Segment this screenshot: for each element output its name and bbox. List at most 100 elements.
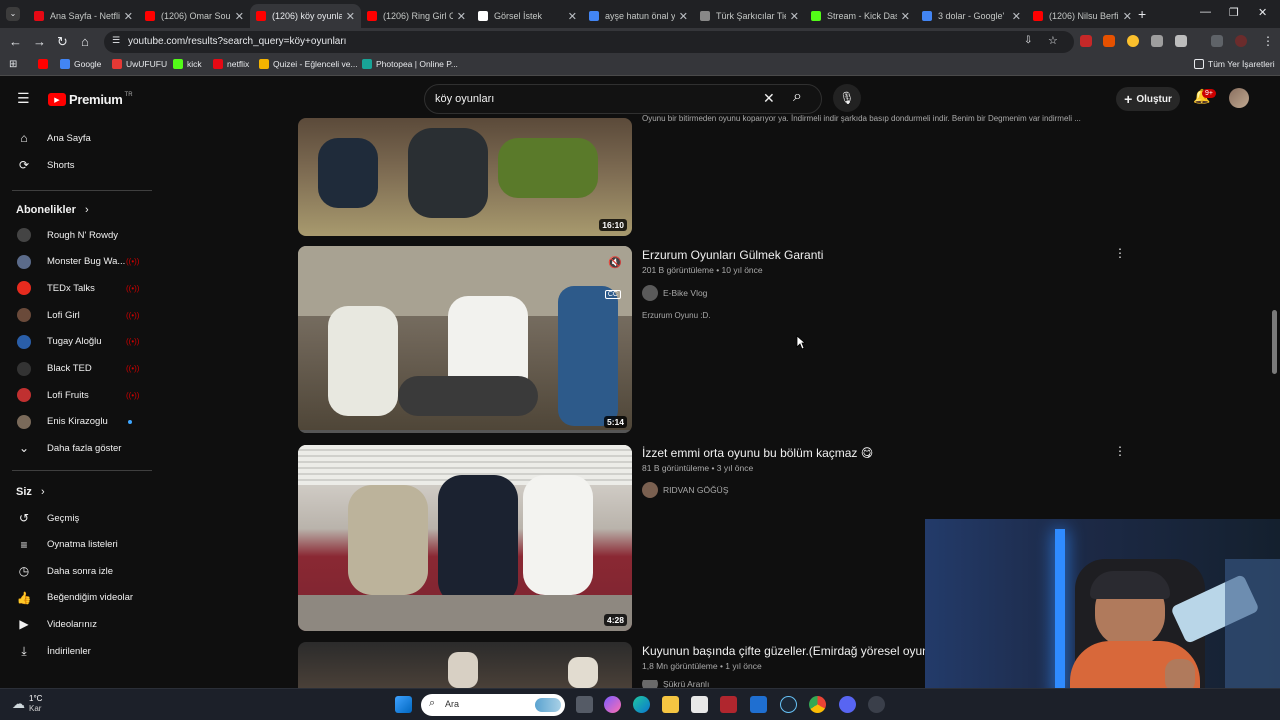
menu-hamburger-icon[interactable]: ☰ [17,90,30,107]
more-actions-icon[interactable]: ⋮ [1114,246,1126,260]
browser-tab[interactable]: (1206) Omar Soul ✕ [139,4,250,28]
restore-button[interactable]: ❐ [1229,6,1239,19]
sidebar-item-home[interactable]: ⌂ Ana Sayfa [0,125,150,151]
reload-button[interactable]: ↻ [57,34,68,50]
bookmark-item[interactable]: Google [60,59,101,69]
site-info-icon[interactable]: ☰ [112,35,120,46]
extension-3-icon[interactable] [1127,35,1139,47]
you-header[interactable]: Siz › [16,486,45,498]
captions-icon[interactable]: CC [604,290,621,299]
video-thumbnail[interactable]: 4:28 [298,445,632,631]
browser-tab[interactable]: ayşe hatun önal y ✕ [583,4,694,28]
video-title[interactable]: Erzurum Oyunları Gülmek Garanti [642,248,823,262]
home-button[interactable]: ⌂ [81,34,89,49]
extension-1-icon[interactable] [1080,35,1092,47]
tab-close-icon[interactable]: ✕ [1123,10,1132,23]
youtube-logo[interactable]: ▶ Premium TR [48,92,133,107]
extension-4-icon[interactable] [1151,35,1163,47]
mute-icon[interactable]: 🔇 [608,256,622,269]
sidebar-subscription-item[interactable]: Lofi Fruits ((•)) [0,382,150,408]
tab-close-icon[interactable]: ✕ [346,10,355,23]
browser-tab[interactable]: 3 dolar - Google' ✕ [916,4,1027,28]
address-bar[interactable]: ☰ youtube.com/results?search_query=köy+o… [104,31,1074,53]
video-channel[interactable]: Şükrü Aranlı [642,680,709,688]
app-running-icon[interactable] [868,696,885,713]
reading-list-icon[interactable] [1211,35,1223,47]
all-bookmarks[interactable]: Tüm Yer İşaretleri [1194,59,1275,69]
browser-menu-icon[interactable]: ⋮ [1262,34,1274,48]
video-title[interactable]: Kuyunun başında çifte güzeller.(Emirdağ … [642,644,929,658]
extension-2-icon[interactable] [1103,35,1115,47]
tab-close-icon[interactable]: ✕ [568,10,577,23]
sidebar-item-playlists[interactable]: ≡ Oynatma listeleri [0,532,150,558]
new-tab-button[interactable]: + [1138,6,1146,22]
sidebar-subscription-item[interactable]: TEDx Talks ((•)) [0,275,150,301]
bookmark-item[interactable]: Photopea | Online P... [362,59,458,69]
sidebar-item-downloads[interactable]: ⤓ İndirilenler [0,638,150,664]
sidebar-subscription-item[interactable]: Enis Kirazoglu [0,409,150,435]
sidebar-item-watch-later[interactable]: ◷ Daha sonra izle [0,558,150,584]
store-icon[interactable] [691,696,708,713]
browser-tab[interactable]: (1206) Nilsu Berfi ✕ [1027,4,1138,28]
bookmark-item[interactable]: UwUFUFU [112,59,167,69]
channel-avatar[interactable] [642,680,658,688]
avatar[interactable] [1229,88,1249,108]
task-view-icon[interactable] [576,696,593,713]
extension-5-icon[interactable] [1175,35,1187,47]
browser-tab[interactable]: Ana Sayfa - Netfli ✕ [28,4,139,28]
edge-icon[interactable] [633,696,650,713]
back-button[interactable]: ← [9,34,22,49]
tab-close-icon[interactable]: ✕ [901,10,910,23]
discord-icon[interactable] [839,696,856,713]
install-app-icon[interactable]: ⇩ [1024,35,1032,46]
sidebar-item-shorts[interactable]: ⟳ Shorts [0,152,150,178]
tab-close-icon[interactable]: ✕ [124,10,133,23]
tab-close-icon[interactable]: ✕ [790,10,799,23]
browser-tab[interactable]: (1206) köy oyunla ✕ [250,4,361,28]
file-explorer-icon[interactable] [662,696,679,713]
bookmark-star-icon[interactable]: ☆ [1048,34,1058,47]
video-thumbnail[interactable] [298,642,632,688]
sidebar-item-history[interactable]: ↺ Geçmiş [0,505,150,531]
video-channel[interactable]: RIDVAN GÖĞÜŞ [642,482,729,498]
sidebar-subscription-item[interactable]: Monster Bug Wa... ((•)) [0,249,150,275]
tab-close-icon[interactable]: ✕ [1012,10,1021,23]
show-more-button[interactable]: ⌄ Daha fazla göster [0,435,150,461]
sidebar-subscription-item[interactable]: Rough N' Rowdy [0,222,150,248]
video-title[interactable]: İzzet emmi orta oyunu bu bölüm kaçmaz 😋 [642,446,873,460]
search-icon[interactable]: ⌕ [793,88,802,106]
browser-tab[interactable]: Stream - Kick Das ✕ [805,4,916,28]
sidebar-item-your-videos[interactable]: ▶ Videolarınız [0,611,150,637]
bookmark-item[interactable]: kick [173,59,202,69]
weather-widget[interactable]: ☁ 1°C Kar [12,694,42,714]
browser-tab[interactable]: (1206) Ring Girl C ✕ [361,4,472,28]
profile-icon[interactable] [1235,35,1247,47]
sidebar-subscription-item[interactable]: Tugay Aloğlu ((•)) [0,329,150,355]
apps-grid-icon[interactable]: ⊞ [9,59,17,70]
video-thumbnail[interactable]: 16:10 [298,118,632,236]
voice-search-icon[interactable]: 🎙 [833,84,861,112]
video-channel[interactable]: E-Bike Vlog [642,285,707,301]
tab-search-icon[interactable]: ⌄ [6,7,20,21]
chrome-icon[interactable] [809,696,826,713]
search-input[interactable]: köy oyunları ✕ ⌕ [424,84,822,114]
bookmark-item[interactable]: netflix [213,59,249,69]
channel-avatar[interactable] [642,285,658,301]
tab-close-icon[interactable]: ✕ [457,10,466,23]
sidebar-subscription-item[interactable]: Lofi Girl ((•)) [0,302,150,328]
widgets-icon[interactable] [604,696,621,713]
more-actions-icon[interactable]: ⋮ [1114,444,1126,458]
video-thumbnail[interactable]: 🔇 CC 5:14 [298,246,632,433]
tab-close-icon[interactable]: ✕ [235,10,244,23]
subscriptions-header[interactable]: Abonelikler › [16,204,89,216]
bookmark-item[interactable]: Quizei - Eğlenceli ve... [259,59,358,69]
browser-tab[interactable]: Görsel İstek ✕ [472,4,583,28]
channel-avatar[interactable] [642,482,658,498]
tab-close-icon[interactable]: ✕ [679,10,688,23]
taskbar-search-input[interactable]: ⌕ Ara [421,694,565,716]
steam-icon[interactable] [780,696,797,713]
bookmark-item[interactable] [38,59,52,69]
sidebar-item-like[interactable]: 👍 Beğendiğim videolar [0,585,150,611]
browser-tab[interactable]: Türk Şarkıcılar Tie ✕ [694,4,805,28]
mail-icon[interactable] [750,696,767,713]
